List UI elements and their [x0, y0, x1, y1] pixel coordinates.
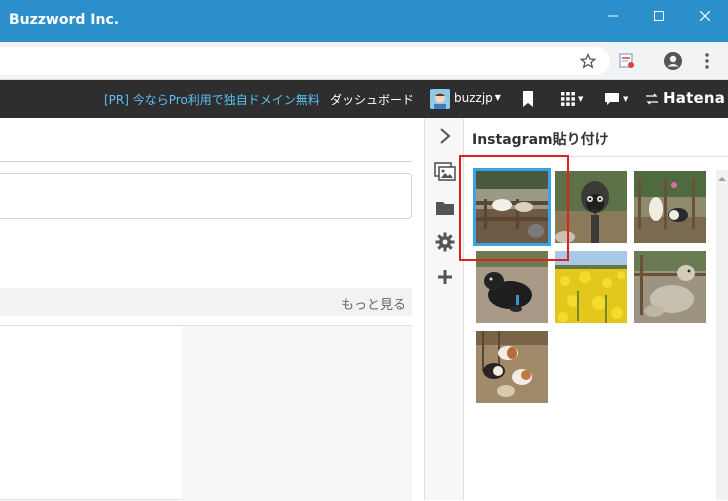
gear-icon — [435, 232, 455, 252]
account-button[interactable] — [663, 51, 683, 71]
maximize-icon — [654, 11, 664, 21]
instagram-photo-sheep[interactable] — [634, 251, 706, 323]
hatena-header: [PR] 今ならPro利用で独自ドメイン無料 ダッシュボード buzzjp ▼ ▼… — [0, 80, 728, 118]
more-link[interactable]: もっと見る — [341, 294, 406, 313]
caret-down-icon: ▼ — [578, 95, 584, 103]
editor-area: もっと見る — [0, 118, 424, 501]
account-icon — [664, 52, 682, 70]
side-icon-bar — [424, 118, 464, 500]
close-icon — [700, 11, 710, 21]
collapse-panel-button[interactable] — [433, 124, 457, 148]
plus-icon — [438, 270, 452, 284]
dashboard-link[interactable]: ダッシュボード — [330, 91, 414, 108]
title-input[interactable] — [0, 173, 412, 219]
minimize-button[interactable] — [590, 0, 636, 32]
comment-icon — [605, 93, 619, 105]
window-title: Buzzword Inc. — [9, 12, 120, 28]
image-tool-button[interactable] — [433, 160, 457, 184]
close-button[interactable] — [682, 0, 728, 32]
username: buzzjp — [454, 91, 493, 105]
address-bar[interactable] — [0, 47, 610, 75]
grid-icon — [561, 92, 575, 106]
chevron-right-icon — [440, 128, 451, 144]
apps-menu-button[interactable]: ▼ — [561, 89, 583, 109]
hatena-logo[interactable]: Hatena — [663, 89, 725, 107]
folder-button[interactable] — [433, 196, 457, 220]
hatena-logo-icon — [646, 93, 658, 105]
highlight-box — [459, 155, 569, 261]
more-bar: もっと見る — [0, 288, 412, 316]
username-menu[interactable]: buzzjp ▼ — [454, 91, 501, 105]
scroll-up-icon — [718, 177, 726, 181]
maximize-button[interactable] — [636, 0, 682, 32]
image-icon — [434, 162, 456, 181]
bookmark-star-icon — [580, 53, 596, 69]
extension-button[interactable] — [617, 51, 637, 71]
minimize-icon — [608, 15, 618, 17]
menu-button[interactable] — [697, 51, 717, 71]
bookmark-icon — [523, 91, 533, 107]
settings-button[interactable] — [433, 230, 457, 254]
folder-icon — [436, 202, 454, 215]
instagram-photo-black-lamb[interactable] — [476, 251, 548, 323]
preview-pane — [182, 326, 412, 501]
instagram-photo-goats-pen[interactable] — [634, 171, 706, 243]
avatar[interactable] — [430, 89, 450, 109]
menu-dots-icon — [705, 53, 709, 69]
caret-down-icon: ▼ — [623, 95, 629, 103]
notifications-button[interactable]: ▼ — [604, 89, 628, 109]
panel-title: Instagram貼り付け — [472, 132, 609, 148]
instagram-photo-guinea-pigs[interactable] — [476, 331, 548, 403]
window-titlebar: Buzzword Inc. — [0, 0, 728, 42]
add-button[interactable] — [433, 265, 457, 289]
extension-icon — [619, 53, 634, 68]
bookmark-star-button[interactable] — [578, 51, 598, 71]
editor-content[interactable] — [0, 325, 412, 501]
caret-down-icon: ▼ — [494, 93, 501, 102]
instagram-photo-rapeseed-field[interactable] — [555, 251, 627, 323]
bookmark-button[interactable] — [522, 89, 534, 109]
hatena-logo-mark — [644, 89, 660, 109]
browser-toolbar — [0, 42, 728, 80]
divider — [0, 161, 412, 162]
panel-scrollbar[interactable] — [716, 170, 728, 500]
promo-link[interactable]: [PR] 今ならPro利用で独自ドメイン無料 — [104, 91, 320, 108]
